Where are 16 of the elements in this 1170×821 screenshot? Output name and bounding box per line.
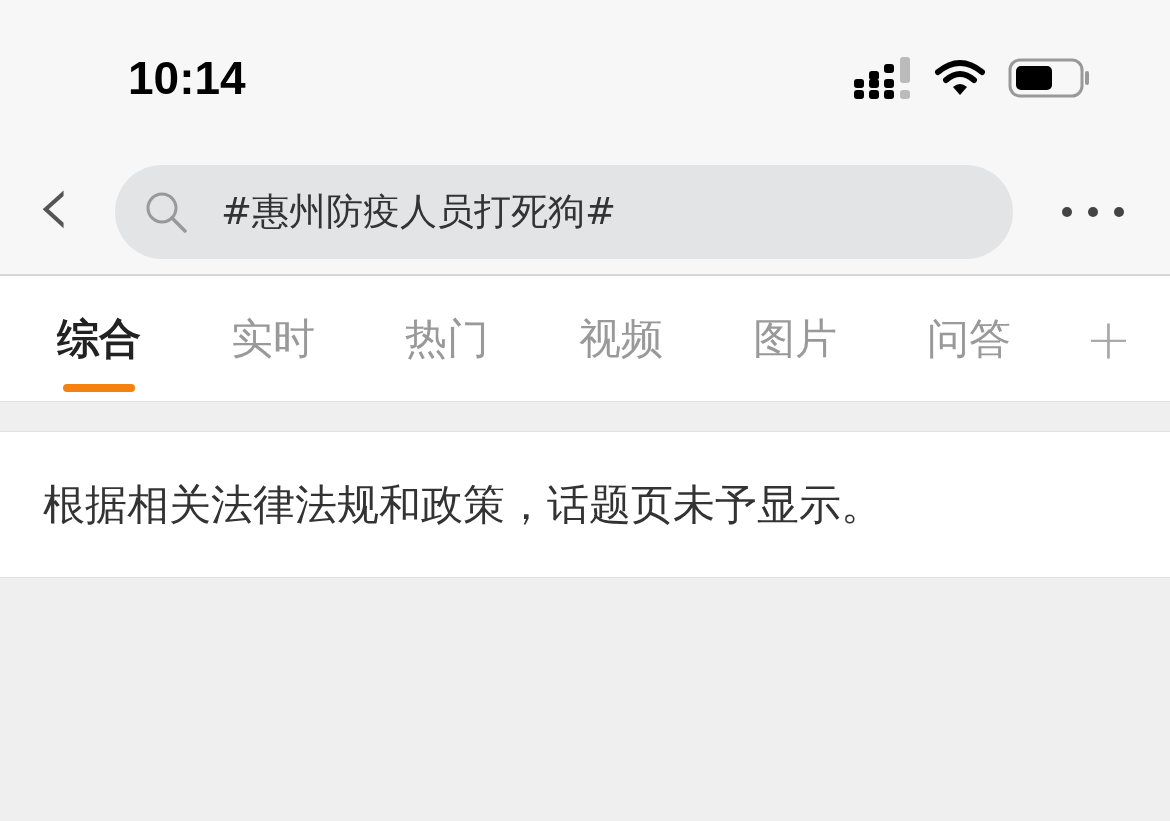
tab[interactable]: 图片: [708, 276, 882, 401]
signal-icon: [854, 57, 912, 99]
tab[interactable]: 实时: [186, 276, 360, 401]
back-button[interactable]: ‹: [36, 160, 115, 250]
more-icon[interactable]: [1061, 206, 1125, 218]
search-icon: [145, 191, 187, 233]
wifi-icon: [934, 59, 986, 97]
add-tab-button[interactable]: +: [1085, 310, 1132, 367]
battery-icon: [1008, 58, 1090, 98]
tab[interactable]: 问答: [882, 276, 1056, 401]
tab[interactable]: 综合: [12, 276, 186, 401]
tab[interactable]: 热门: [360, 276, 534, 401]
search-field[interactable]: #惠州防疫人员打死狗#: [115, 165, 1013, 259]
notice-text: 根据相关法律法规和政策，话题页未予显示。: [43, 478, 883, 531]
tab[interactable]: 视频: [534, 276, 708, 401]
status-time: 10:14: [128, 51, 246, 105]
